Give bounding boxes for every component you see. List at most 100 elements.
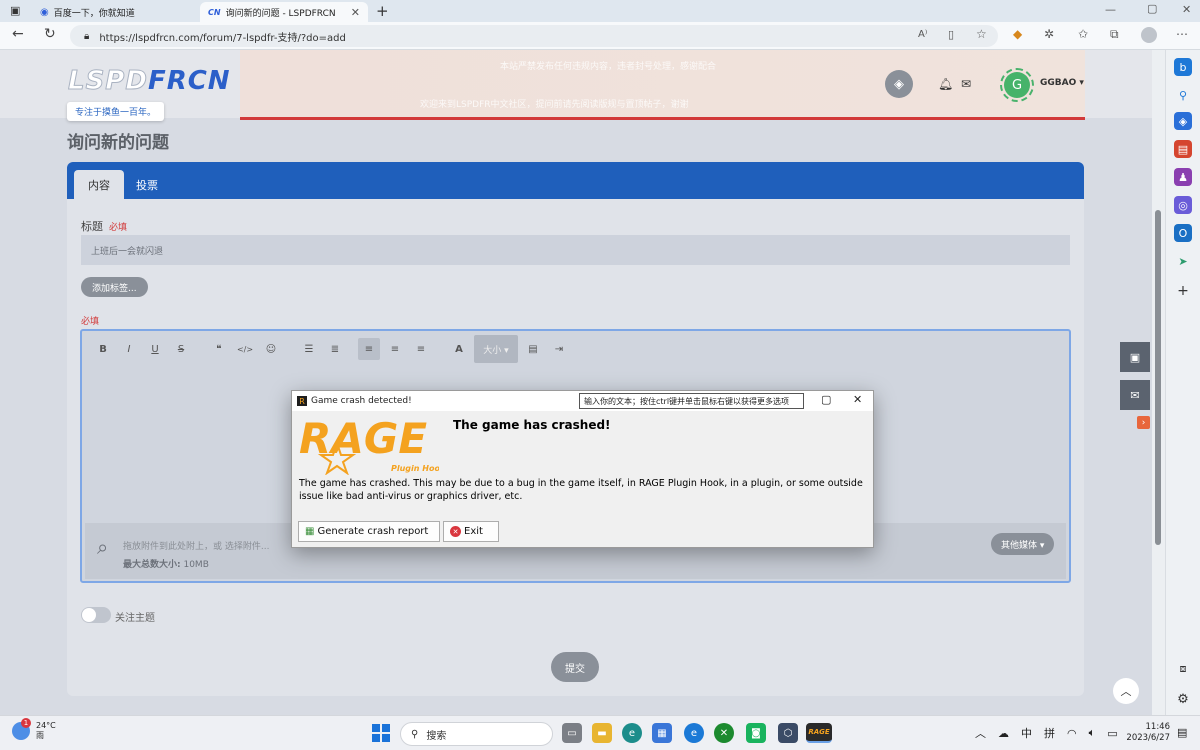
favorites-icon[interactable]: ✩ (1078, 27, 1088, 41)
quote-button[interactable]: ❝ (208, 338, 230, 360)
align-center-icon[interactable]: ≡ (384, 338, 406, 360)
xbox-icon[interactable]: ✕ (714, 723, 734, 743)
title-input[interactable] (81, 235, 1070, 265)
maximize-icon[interactable]: ▢ (821, 393, 831, 406)
dialog-titlebar[interactable]: R Game crash detected! 输入你的文本；按住ctrl键并单击… (292, 391, 873, 411)
tab-baidu[interactable]: ◉ 百度一下，你就知道 (32, 2, 200, 22)
emoji-button[interactable]: ☺ (260, 338, 282, 360)
tab-actions-icon[interactable]: ▣ (10, 4, 20, 17)
close-window-icon[interactable]: ✕ (1182, 3, 1191, 16)
shopping-tag-icon[interactable]: ◈ (1174, 112, 1192, 130)
submit-button[interactable]: 提交 (551, 652, 599, 682)
site-logo[interactable]: LSPDFRCN (68, 66, 231, 97)
toolbox-icon[interactable]: ▤ (1174, 140, 1192, 158)
user-avatar[interactable]: G (1000, 68, 1034, 102)
theme-toggle-button[interactable]: ◈ (885, 70, 913, 98)
extensions-puzzle-icon[interactable]: ✲ (1044, 27, 1054, 41)
tab-content[interactable]: 内容 (74, 170, 124, 199)
username-menu[interactable]: GGBAO ▾ (1040, 78, 1084, 88)
shopping-bag-app-icon[interactable]: ◙ (746, 723, 766, 743)
messages-envelope-icon[interactable]: ✉ (961, 77, 971, 91)
weather-widget[interactable]: 1 24°C 雨 (12, 718, 56, 741)
search-icon[interactable]: ⚲ (1174, 86, 1192, 104)
maximize-icon[interactable]: ▢ (1147, 2, 1157, 15)
tab-poll[interactable]: 投票 (122, 170, 172, 199)
align-right-icon[interactable]: ≡ (410, 338, 432, 360)
close-icon[interactable]: ✕ (853, 393, 862, 406)
new-tab-button[interactable]: + (376, 2, 389, 20)
reader-mode-icon[interactable]: ▯ (948, 28, 954, 41)
source-document-icon[interactable]: ▤ (522, 338, 544, 360)
more-menu-icon[interactable]: ⋯ (1176, 27, 1188, 41)
logo-lspd: LSPD (68, 66, 148, 97)
task-view-icon[interactable]: ▭ (562, 723, 582, 743)
scrollbar-thumb[interactable] (1155, 210, 1161, 545)
split-screen-icon[interactable]: ⧈ (1174, 660, 1192, 678)
edge-browser-icon[interactable]: e (622, 723, 642, 743)
add-sidebar-icon[interactable]: + (1174, 282, 1192, 300)
minimize-icon[interactable]: — (1105, 3, 1116, 16)
extension-icon[interactable]: ◆ (1013, 27, 1022, 41)
dialog-title: Game crash detected! (311, 396, 412, 406)
tab-lspdfrcn[interactable]: CN 询问新的问题 - LSPDFRCN ✕ (200, 2, 368, 22)
onedrive-cloud-icon[interactable]: ☁ (998, 727, 1009, 740)
rage-taskbar-icon[interactable]: RAGE (806, 723, 832, 743)
bing-icon[interactable]: b (1174, 58, 1192, 76)
microsoft365-icon[interactable]: ◎ (1174, 196, 1192, 214)
volume-icon[interactable]: 🔈︎ (1089, 726, 1096, 740)
ime-pinyin[interactable]: 拼 (1044, 725, 1055, 741)
error-x-icon: ✕ (450, 526, 461, 537)
read-aloud-icon[interactable]: A⁾ (918, 29, 927, 40)
url-field[interactable]: 🔒︎ https://lspdfrcn.com/forum/7-lspdfr-支… (70, 25, 998, 47)
exit-button[interactable]: ✕ Exit (443, 521, 499, 542)
align-left-icon[interactable]: ≡ (358, 338, 380, 360)
follow-topic-toggle[interactable] (81, 607, 111, 623)
taskbar-clock[interactable]: 11:46 2023/6/27 (1118, 722, 1170, 744)
italic-button[interactable]: I (118, 338, 140, 360)
envelope-icon: ✉ (1130, 388, 1140, 402)
game-launcher-icon[interactable]: ⬡ (778, 723, 798, 743)
notification-center-icon[interactable]: ▤ (1177, 726, 1187, 739)
ime-mode-chinese[interactable]: 中 (1021, 725, 1032, 741)
chat-float-button[interactable]: ▣ (1120, 342, 1150, 372)
show-hidden-icons-chevron-icon[interactable]: ︿ (975, 725, 986, 741)
page-scrollbar[interactable] (1152, 50, 1165, 715)
close-tab-icon[interactable]: ✕ (351, 6, 360, 19)
font-color-icon[interactable]: A (448, 338, 470, 360)
strikethrough-button[interactable]: S (170, 338, 192, 360)
settings-gear-icon[interactable]: ⚙ (1174, 690, 1192, 708)
battery-icon[interactable]: ▭ (1107, 727, 1117, 740)
windows-start-icon[interactable] (372, 724, 390, 742)
add-tag-button[interactable]: 添加标签... (81, 277, 148, 297)
profile-avatar[interactable] (1141, 27, 1157, 43)
back-icon[interactable]: ← (12, 26, 24, 42)
expand-arrow-button[interactable]: › (1137, 416, 1150, 429)
favorite-star-icon[interactable]: ☆ (976, 27, 987, 41)
toolbar-spacer (196, 338, 204, 360)
mail-float-button[interactable]: ✉ (1120, 380, 1150, 410)
bulleted-list-icon[interactable]: ☰ (298, 338, 320, 360)
font-size-dropdown[interactable]: 大小 ▾ (474, 335, 518, 363)
code-button[interactable]: </> (234, 338, 256, 360)
games-icon[interactable]: ♟ (1174, 168, 1192, 186)
underline-button[interactable]: U (144, 338, 166, 360)
taskbar-search[interactable]: ⚲ 搜索 (400, 722, 553, 746)
notification-bell-icon[interactable]: 🔔︎ (938, 77, 953, 91)
edge-legacy-icon[interactable]: e (684, 723, 704, 743)
indent-icon[interactable]: ⇥ (548, 338, 570, 360)
generate-crash-report-button[interactable]: ▦ Generate crash report (298, 521, 440, 542)
refresh-icon[interactable]: ↻ (44, 26, 56, 42)
wifi-icon[interactable]: ◠ (1067, 727, 1077, 740)
numbered-list-icon[interactable]: ≣ (324, 338, 346, 360)
toolbar-spacer (350, 338, 354, 360)
file-explorer-icon[interactable]: ▬ (592, 723, 612, 743)
other-media-button[interactable]: 其他媒体 ▾ (991, 533, 1055, 555)
report-icon: ▦ (305, 526, 315, 537)
scroll-to-top-button[interactable]: ︿ (1113, 678, 1139, 704)
bold-button[interactable]: B (92, 338, 114, 360)
send-icon[interactable]: ➤ (1174, 252, 1192, 270)
outlook-icon[interactable]: O (1174, 224, 1192, 242)
collections-icon[interactable]: ⧉ (1110, 27, 1119, 42)
store-icon[interactable]: ▦ (652, 723, 672, 743)
crash-dialog: R Game crash detected! 输入你的文本；按住ctrl键并单击… (291, 390, 874, 548)
